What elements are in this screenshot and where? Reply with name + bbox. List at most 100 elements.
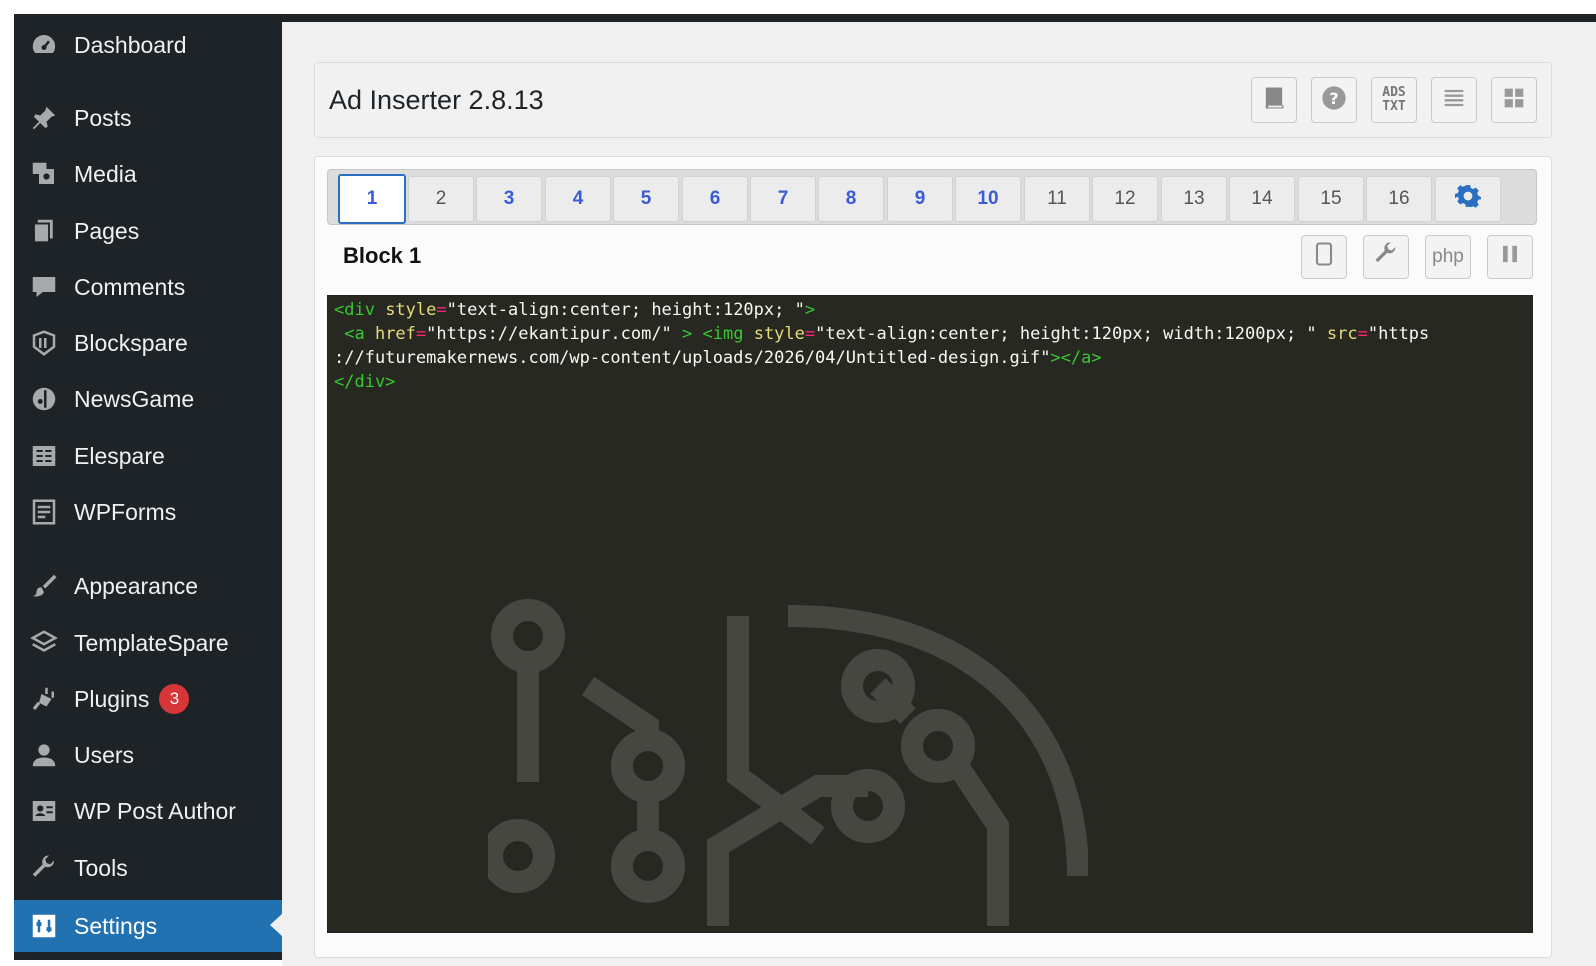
tab-block-15[interactable]: 15 [1298, 176, 1364, 222]
tab-block-12[interactable]: 12 [1092, 176, 1158, 222]
help-icon: ? [1320, 84, 1348, 117]
pin-icon [28, 102, 60, 134]
sidebar-item-settings[interactable]: Settings [14, 900, 283, 952]
newsgame-icon [28, 383, 60, 415]
book-icon [1260, 84, 1288, 117]
ads-txt-button[interactable]: ADS TXT [1371, 77, 1417, 123]
list-icon [1440, 84, 1468, 117]
sidebar-item-appearance[interactable]: Appearance [14, 561, 282, 611]
tablet-icon [1310, 240, 1338, 274]
tab-block-16[interactable]: 16 [1366, 176, 1432, 222]
sidebar-item-label: Users [74, 741, 135, 768]
sidebar-item-blockspare[interactable]: Blockspare [14, 318, 282, 368]
code-line-2: <a href="https://ekantipur.com/" > <img … [334, 324, 1429, 344]
sidebar-item-elespare[interactable]: Elespare [14, 431, 282, 481]
sidebar-item-label: Dashboard [74, 31, 187, 58]
tab-block-10[interactable]: 10 [955, 176, 1021, 222]
sidebar-item-label: WPForms [74, 498, 177, 525]
code-attr: src [1316, 324, 1358, 344]
tools-button[interactable] [1363, 235, 1409, 279]
sidebar-item-newsgame[interactable]: NewsGame [14, 374, 282, 424]
tab-block-9[interactable]: 9 [887, 176, 953, 222]
wrench-icon [1372, 240, 1400, 274]
code-string: "text-align:center; height:120px; " [446, 300, 805, 320]
tab-block-4[interactable]: 4 [545, 176, 611, 222]
sidebar-item-label: Posts [74, 104, 132, 131]
code-tag: > [804, 300, 816, 320]
list-view-button[interactable] [1431, 77, 1477, 123]
author-icon [28, 795, 60, 827]
sidebar-item-label: Elespare [74, 442, 165, 469]
brush-icon [28, 570, 60, 602]
sidebar-item-templatespare[interactable]: TemplateSpare [14, 618, 282, 668]
tab-block-11[interactable]: 11 [1024, 176, 1090, 222]
sidebar-item-tools[interactable]: Tools [14, 843, 282, 893]
sidebar-item-label: TemplateSpare [74, 629, 229, 656]
sidebar-item-dashboard[interactable]: Dashboard [14, 20, 282, 70]
code-tag: ></a> [1050, 348, 1102, 368]
code-tag: <div [334, 300, 375, 320]
block-tabs: 1 2 3 4 5 6 7 8 9 10 11 12 13 14 15 16 [327, 169, 1537, 225]
code-editor[interactable]: <div style="text-align:center; height:12… [327, 295, 1533, 933]
pause-icon [1496, 240, 1524, 274]
grid-view-button[interactable] [1491, 77, 1537, 123]
code-tag: </div> [334, 372, 396, 392]
sidebar-item-plugins[interactable]: Plugins 3 [14, 674, 282, 724]
sidebar-item-media[interactable]: Media [14, 149, 282, 199]
settings-icon [28, 910, 60, 942]
tab-block-13[interactable]: 13 [1161, 176, 1227, 222]
user-icon [28, 739, 60, 771]
code-attr: style [743, 324, 805, 344]
device-toggle-button[interactable] [1301, 235, 1347, 279]
templatespare-icon [28, 627, 60, 659]
code-line-1: <div style="text-align:center; height:12… [334, 300, 815, 320]
code-attr: style [374, 300, 437, 320]
plugin-header: Ad Inserter 2.8.13 ? ADS TXT [314, 62, 1552, 138]
sidebar-item-label: Appearance [74, 572, 199, 599]
code-equals: = [804, 324, 816, 344]
documentation-button[interactable] [1251, 77, 1297, 123]
code-line-3: ://futuremakernews.com/wp-content/upload… [334, 348, 1102, 368]
sidebar-item-label: Settings [74, 912, 158, 939]
sidebar-item-label: Pages [74, 217, 140, 244]
sidebar-item-wp-post-author[interactable]: WP Post Author [14, 786, 282, 836]
tab-block-14[interactable]: 14 [1229, 176, 1295, 222]
tab-block-5[interactable]: 5 [613, 176, 679, 222]
sidebar-item-posts[interactable]: Posts [14, 93, 282, 143]
page-title: Ad Inserter 2.8.13 [329, 85, 544, 115]
tab-general-settings[interactable] [1435, 176, 1501, 222]
tab-block-3[interactable]: 3 [476, 176, 542, 222]
wrench-icon [28, 852, 60, 884]
gear-icon [1455, 183, 1481, 215]
tab-block-1[interactable]: 1 [338, 174, 406, 224]
wpforms-icon [28, 496, 60, 528]
sidebar-item-label: Media [74, 160, 137, 187]
tab-block-8[interactable]: 8 [818, 176, 884, 222]
sidebar-item-label: WP Post Author [74, 797, 236, 824]
sidebar-item-users[interactable]: Users [14, 730, 282, 780]
code-equals: = [1357, 324, 1368, 344]
tab-block-2[interactable]: 2 [408, 176, 474, 222]
help-button[interactable]: ? [1311, 77, 1357, 123]
dashboard-icon [28, 29, 60, 61]
code-string: "https://ekantipur.com/" [426, 324, 672, 344]
block-title: Block 1 [343, 243, 422, 268]
pause-button[interactable] [1487, 235, 1533, 279]
sidebar-item-label: Blockspare [74, 329, 188, 356]
watermark-logo [488, 599, 1088, 926]
ads-txt-line-2: TXT [1382, 99, 1406, 114]
php-toggle-button[interactable]: php [1425, 235, 1471, 279]
tab-block-6[interactable]: 6 [682, 176, 748, 222]
pages-icon [28, 215, 60, 247]
sidebar-item-comments[interactable]: Comments [14, 262, 282, 312]
svg-text:?: ? [1329, 88, 1338, 107]
sidebar-item-label: Tools [74, 854, 128, 881]
sidebar-item-wpforms[interactable]: WPForms [14, 487, 282, 537]
sidebar-item-label: Plugins [74, 685, 150, 712]
code-line-4: </div> [334, 372, 395, 392]
main-content: Ad Inserter 2.8.13 ? ADS TXT 1 2 3 4 5 6 … [282, 22, 1596, 966]
sidebar-item-label: Comments [74, 273, 186, 300]
plugin-icon [28, 683, 60, 715]
sidebar-item-pages[interactable]: Pages [14, 206, 282, 256]
tab-block-7[interactable]: 7 [750, 176, 816, 222]
